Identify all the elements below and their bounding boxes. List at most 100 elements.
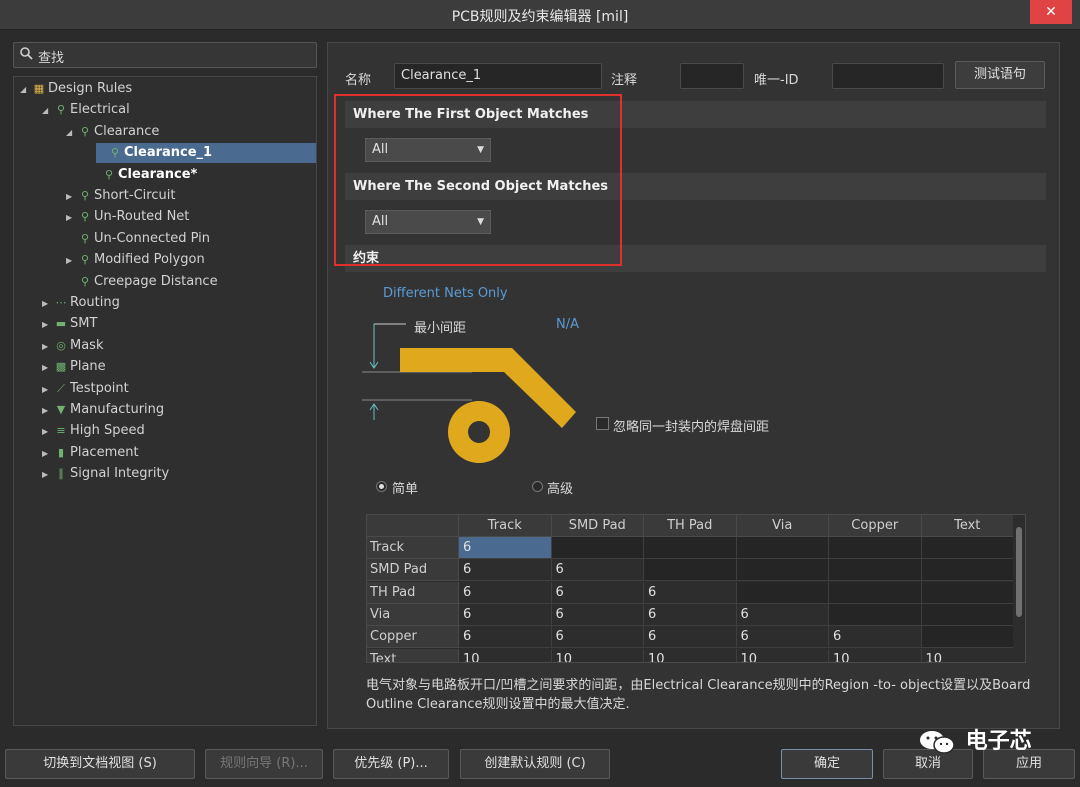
table-cell[interactable]: 6 [644,603,737,626]
table-cell[interactable]: 6 [551,581,644,604]
routing-icon: ⋯ [55,296,67,309]
close-button[interactable]: ✕ [1030,0,1072,24]
tree-item-design-rules[interactable]: ◢ ▦ Design Rules [20,79,132,99]
tree-item-electrical[interactable]: ◢ ⚲ Electrical [42,100,130,120]
chevron-down-icon[interactable]: ◢ [66,123,78,143]
rule-wizard-button[interactable]: 规则向导 (R)... [205,749,323,779]
table-cell[interactable]: 6 [459,603,552,626]
create-default-rules-button[interactable]: 创建默认规则 (C) [460,749,610,779]
tree-item-clearance[interactable]: ◢ ⚲ Clearance [66,122,159,142]
chevron-down-icon[interactable]: ◢ [42,101,54,121]
chevron-right-icon[interactable]: ▶ [42,380,54,400]
tree-item-plane[interactable]: ▶ ▩ Plane [42,357,106,377]
tree-item-un-routed-net[interactable]: ▶ ⚲ Un-Routed Net [66,207,189,227]
table-cell[interactable]: 6 [736,626,829,649]
table-cell[interactable]: 6 [551,626,644,649]
table-cell[interactable]: 6 [736,603,829,626]
table-cell[interactable]: 6 [459,537,552,559]
table-cell [921,559,1014,582]
comment-input[interactable] [680,63,744,89]
table-cell [829,603,922,626]
simple-mode-radio[interactable] [376,481,387,492]
advanced-mode-radio[interactable] [532,481,543,492]
ignore-pad-checkbox[interactable] [596,417,609,430]
tree-item-label: Clearance [94,123,160,139]
tree-item-clearance-1[interactable]: ⚲ Clearance_1 [96,143,316,164]
tree-item-mask[interactable]: ▶ ◎ Mask [42,336,103,356]
table-cell[interactable]: 6 [551,559,644,582]
ok-button[interactable]: 确定 [781,749,873,779]
search-icon [20,47,33,64]
tree-item-label: Modified Polygon [94,252,205,268]
table-scrollbar[interactable] [1013,515,1025,662]
tree-item-label: SMT [70,316,98,332]
net-scope-link[interactable]: Different Nets Only [383,286,508,301]
chevron-right-icon[interactable]: ▶ [42,465,54,485]
chevron-right-icon[interactable]: ▶ [42,401,54,421]
chevron-down-icon[interactable]: ◢ [20,80,32,100]
table-cell[interactable]: 6 [829,626,922,649]
unique-id-label: 唯一-ID [754,73,799,88]
chevron-right-icon[interactable]: ▶ [42,315,54,335]
table-cell[interactable]: 10 [922,648,1014,662]
folder-icon: ▦ [33,82,45,95]
tree-item-clearance[interactable]: ⚲ Clearance* [90,165,197,185]
column-header: Via [736,515,829,537]
tree-item-smt[interactable]: ▶ ▬ SMT [42,314,97,334]
column-header: Track [459,515,552,537]
table-cell[interactable]: 6 [459,581,552,604]
signal-icon: ∥ [58,467,64,481]
unique-id-input[interactable] [832,63,944,89]
tree-item-un-connected-pin[interactable]: ⚲ Un-Connected Pin [66,229,210,249]
tree-item-short-circuit[interactable]: ▶ ⚲ Short-Circuit [66,186,175,206]
tree-item-manufacturing[interactable]: ▶ ▼ Manufacturing [42,400,164,420]
chevron-right-icon[interactable]: ▶ [42,422,54,442]
table-cell[interactable]: 10 [644,648,737,662]
table-cell[interactable]: 6 [459,626,552,649]
title-bar: PCB规则及约束编辑器 [mil] ✕ [0,0,1080,30]
row-header: SMD Pad [367,559,459,582]
tree-item-label: Clearance_1 [124,145,213,161]
tree-item-signal-integrity[interactable]: ▶ ∥ Signal Integrity [42,464,169,484]
tree-item-high-speed[interactable]: ▶ ≡ High Speed [42,421,145,441]
chevron-right-icon[interactable]: ▶ [66,251,78,271]
table-cell [829,581,922,604]
table-cell[interactable]: 10 [829,648,922,662]
chevron-right-icon[interactable]: ▶ [42,337,54,357]
chevron-right-icon[interactable]: ▶ [66,208,78,228]
tree-item-label: Un-Routed Net [94,209,190,225]
table-cell[interactable]: 10 [737,648,829,662]
chevron-right-icon[interactable]: ▶ [42,358,54,378]
search-label: 查找 [38,51,65,66]
table-cell[interactable]: 6 [644,581,737,604]
table-cell[interactable]: 6 [459,559,552,582]
chevron-right-icon[interactable]: ▶ [42,294,54,314]
testpoint-icon: ⟋ [57,381,65,395]
table-cell[interactable]: 10 [552,648,644,662]
search-input[interactable]: 查找 [13,42,317,68]
min-clearance-value[interactable]: N/A [556,317,579,332]
name-input[interactable]: Clearance_1 [394,63,602,89]
tree-item-routing[interactable]: ▶ ⋯ Routing [42,293,120,313]
chevron-right-icon[interactable]: ▶ [66,187,78,207]
table-cell [736,581,829,604]
tree-item-creepage-distance[interactable]: ⚲ Creepage Distance [66,272,218,292]
tree-item-label: Signal Integrity [70,466,170,482]
tree-item-modified-polygon[interactable]: ▶ ⚲ Modified Polygon [66,250,205,270]
scrollbar-thumb[interactable] [1016,527,1022,617]
chevron-right-icon[interactable]: ▶ [42,444,54,464]
table-cell[interactable]: 10 [459,648,552,662]
placement-icon: ▮ [57,445,65,459]
priority-button[interactable]: 优先级 (P)... [333,749,449,779]
tree-item-label: Electrical [70,102,130,118]
tree-item-testpoint[interactable]: ▶ ⟋ Testpoint [42,379,129,399]
switch-view-button[interactable]: 切换到文档视图 (S) [5,749,195,779]
smt-icon: ▬ [55,317,67,331]
row-header: Track [367,537,459,559]
tree-item-label: Plane [70,359,106,375]
table-cell[interactable]: 6 [551,603,644,626]
test-query-button[interactable]: 测试语句 [955,61,1045,89]
table-cell[interactable]: 6 [644,626,737,649]
clearance-diagram [362,323,576,463]
tree-item-placement[interactable]: ▶ ▮ Placement [42,443,139,463]
